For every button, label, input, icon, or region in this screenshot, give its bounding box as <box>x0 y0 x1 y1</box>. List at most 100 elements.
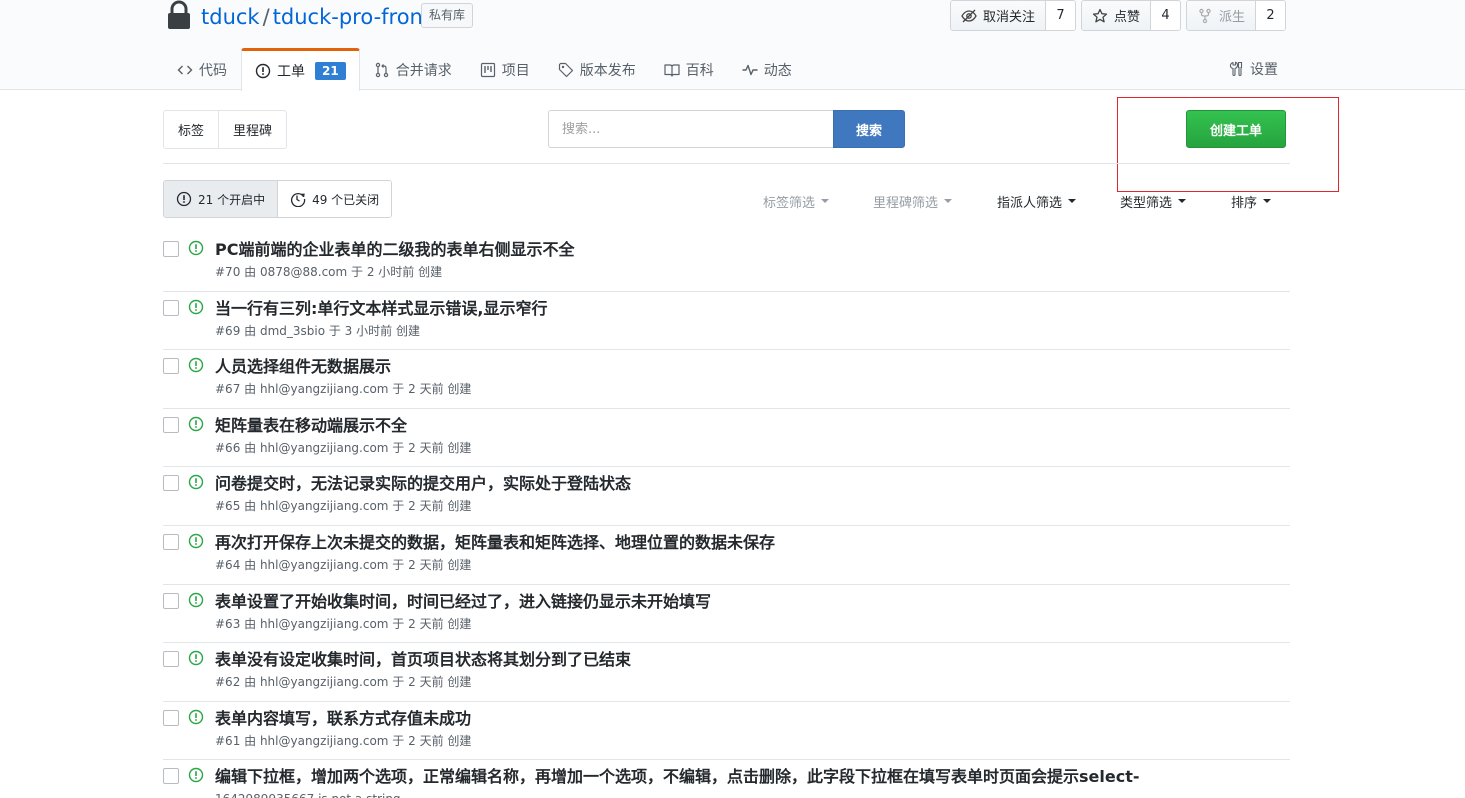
issue-row: 编辑下拉框，增加两个选项，正常编辑名称，再增加一个选项，不编辑，点击删除，此字段… <box>163 760 1290 798</box>
labels-link[interactable]: 标签 <box>164 111 218 148</box>
tab-pull-requests[interactable]: 合并请求 <box>360 48 466 90</box>
tab-code[interactable]: 代码 <box>163 48 241 90</box>
issue-opened-icon <box>255 63 271 79</box>
label-filter[interactable]: 标签筛选 <box>763 192 830 211</box>
issue-meta: #64 由 hhl@yangzijiang.com 于 2 天前 创建 <box>215 557 472 572</box>
new-issue-button[interactable]: 创建工单 <box>1186 110 1286 148</box>
issue-meta: #63 由 hhl@yangzijiang.com 于 2 天前 创建 <box>215 616 472 631</box>
issue-meta: #70 由 0878@88.com 于 2 小时前 创建 <box>215 265 443 279</box>
issue-opened-icon <box>188 474 204 490</box>
unwatch-button[interactable]: 取消关注 <box>950 1 1046 30</box>
tab-settings[interactable]: 设置 <box>1228 48 1278 90</box>
repo-separator: / <box>262 5 270 29</box>
unwatch-label: 取消关注 <box>982 10 1035 25</box>
issue-checkbox[interactable] <box>163 533 179 550</box>
issue-title-link[interactable]: 矩阵量表在移动端展示不全 <box>215 415 407 437</box>
eye-slash-icon <box>961 9 977 22</box>
issue-title-link[interactable]: 再次打开保存上次未提交的数据，矩阵量表和矩阵选择、地理位置的数据未保存 <box>215 532 775 554</box>
issue-meta: #62 由 hhl@yangzijiang.com 于 2 天前 创建 <box>215 675 472 690</box>
issue-title-link[interactable]: PC端前端的企业表单的二级我的表单右侧显示不全 <box>215 239 574 261</box>
issue-meta: 1642989935667 is not a string <box>215 790 401 798</box>
sort-filter[interactable]: 排序 <box>1231 192 1272 211</box>
issue-checkbox[interactable] <box>163 709 179 726</box>
issue-checkbox[interactable] <box>163 416 179 433</box>
issue-title-link[interactable]: 表单设置了开始收集时间，时间已经过了，进入链接仍显示未开始填写 <box>215 591 711 613</box>
tab-code-label: 代码 <box>199 62 227 79</box>
pulse-icon <box>742 64 758 75</box>
watch-count[interactable]: 7 <box>1045 1 1075 30</box>
tab-releases[interactable]: 版本发布 <box>544 48 650 90</box>
sort-filter-text: 排序 <box>1231 196 1258 211</box>
star-icon <box>1092 8 1108 22</box>
tab-issues[interactable]: 工单 21 <box>241 48 360 91</box>
subnav-links: 标签 里程碑 <box>163 110 288 149</box>
issue-checkbox[interactable] <box>163 241 179 257</box>
issue-row: 人员选择组件无数据展示 #67 由 hhl@yangzijiang.com 于 2… <box>163 350 1290 409</box>
type-filter-text: 类型筛选 <box>1120 196 1173 211</box>
fork-button[interactable]: 派生 <box>1186 1 1256 30</box>
issue-title-link[interactable]: 当一行有三列:单行文本样式显示错误,显示窄行 <box>215 298 547 320</box>
book-icon <box>664 63 680 77</box>
tab-settings-label: 设置 <box>1250 62 1278 78</box>
issue-row: 问卷提交时，无法记录实际的提交用户，实际处于登陆状态 #65 由 hhl@yang… <box>163 467 1290 526</box>
issue-search: 搜索 <box>548 110 905 148</box>
code-icon <box>177 65 193 74</box>
repo-title: tduck / tduck-pro-front <box>201 4 431 30</box>
issue-opened-icon <box>188 240 204 256</box>
assignee-filter-text: 指派人筛选 <box>997 196 1063 211</box>
issue-title-link[interactable]: 编辑下拉框，增加两个选项，正常编辑名称，再增加一个选项，不编辑，点击删除，此字段… <box>215 766 1140 788</box>
issue-opened-icon <box>188 592 204 608</box>
issue-opened-icon <box>188 767 204 783</box>
issue-checkbox[interactable] <box>163 651 179 668</box>
star-label: 点赞 <box>1113 10 1140 25</box>
issue-row: 表单设置了开始收集时间，时间已经过了，进入链接仍显示未开始填写 #63 由 hhl… <box>163 585 1290 644</box>
issue-row: 当一行有三列:单行文本样式显示错误,显示窄行 #69 由 dmd_3sbio 于 … <box>163 292 1290 351</box>
caret-down-icon <box>1068 198 1077 203</box>
issue-title-link[interactable]: 表单内容填写，联系方式存值未成功 <box>215 708 471 730</box>
tab-activity-label: 动态 <box>763 62 792 79</box>
fork-icon <box>1199 8 1211 23</box>
tab-issues-label: 工单 <box>277 64 305 80</box>
milestones-link[interactable]: 里程碑 <box>218 111 286 148</box>
git-pull-request-icon <box>375 62 388 77</box>
issue-checkbox[interactable] <box>163 592 179 609</box>
milestone-filter-text: 里程碑筛选 <box>873 196 939 211</box>
issue-title-link[interactable]: 人员选择组件无数据展示 <box>215 356 391 378</box>
repo-name-link[interactable]: tduck-pro-front <box>273 5 431 29</box>
milestone-filter[interactable]: 里程碑筛选 <box>873 192 953 211</box>
search-input[interactable] <box>548 110 833 148</box>
caret-down-icon <box>1263 198 1272 203</box>
pagehead-actions: 取消关注 7 点赞 4 派生 2 <box>949 0 1286 31</box>
issue-opened-icon <box>188 650 204 666</box>
issue-row: 表单没有设定收集时间，首页项目状态将其划分到了已结束 #62 由 hhl@yang… <box>163 643 1290 702</box>
star-button[interactable]: 点赞 <box>1081 1 1151 30</box>
type-filter[interactable]: 类型筛选 <box>1120 192 1187 211</box>
issue-meta: #61 由 hhl@yangzijiang.com 于 2 天前 创建 <box>215 733 472 748</box>
issue-list: PC端前端的企业表单的二级我的表单右侧显示不全 #70 由 0878@88.com… <box>163 233 1290 798</box>
caret-down-icon <box>1178 198 1187 203</box>
assignee-filter[interactable]: 指派人筛选 <box>997 192 1077 211</box>
caret-down-icon <box>944 198 953 203</box>
tag-icon <box>558 62 573 77</box>
caret-down-icon <box>821 198 830 203</box>
issue-title-link[interactable]: 表单没有设定收集时间，首页项目状态将其划分到了已结束 <box>215 649 631 671</box>
issue-checkbox[interactable] <box>163 475 179 492</box>
search-button[interactable]: 搜索 <box>833 110 905 148</box>
issue-row: 矩阵量表在移动端展示不全 #66 由 hhl@yangzijiang.com 于 … <box>163 409 1290 468</box>
issue-opened-icon <box>188 709 204 725</box>
tab-activity[interactable]: 动态 <box>728 48 806 90</box>
tab-releases-label: 版本发布 <box>579 62 636 79</box>
tab-wiki[interactable]: 百科 <box>650 48 728 90</box>
issue-checkbox[interactable] <box>163 768 179 785</box>
fork-count[interactable]: 2 <box>1256 1 1285 30</box>
private-badge: 私有库 <box>421 3 474 28</box>
issue-meta: #69 由 dmd_3sbio 于 3 小时前 创建 <box>215 323 420 338</box>
repo-owner-link[interactable]: tduck <box>201 5 260 29</box>
issue-row: PC端前端的企业表单的二级我的表单右侧显示不全 #70 由 0878@88.com… <box>163 233 1290 292</box>
tab-projects[interactable]: 项目 <box>466 48 544 90</box>
issue-opened-icon <box>188 533 204 549</box>
issue-title-link[interactable]: 问卷提交时，无法记录实际的提交用户，实际处于登陆状态 <box>215 473 631 495</box>
issue-checkbox[interactable] <box>163 299 179 316</box>
star-count[interactable]: 4 <box>1150 1 1180 30</box>
issue-checkbox[interactable] <box>163 358 179 375</box>
